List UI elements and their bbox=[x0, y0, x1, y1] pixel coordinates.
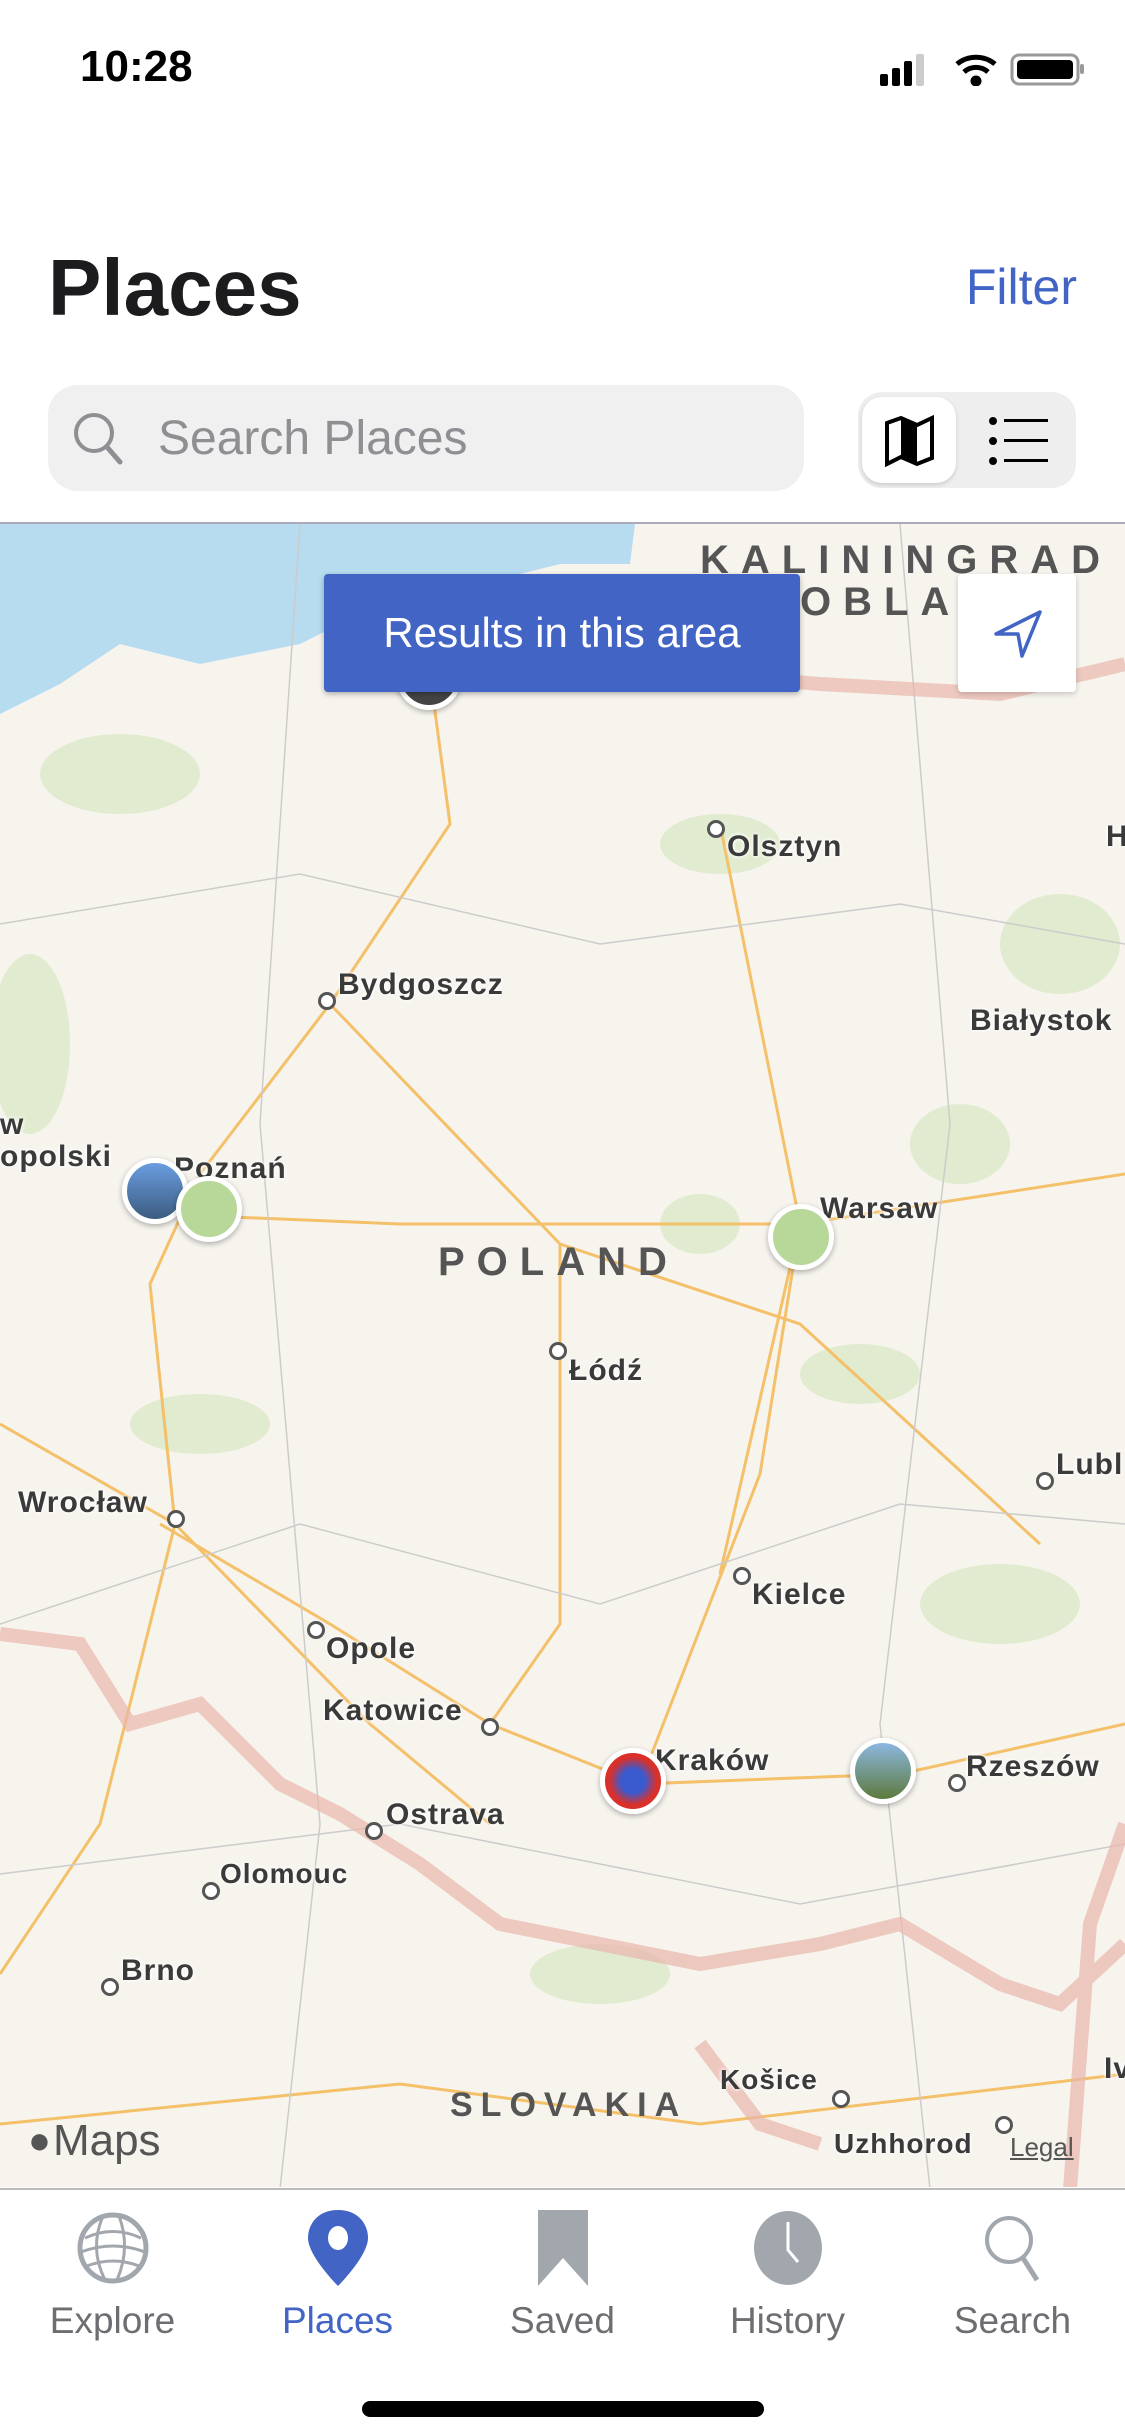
city-label: Łódź bbox=[569, 1354, 643, 1387]
tab-bar: Explore Places Saved History Search bbox=[0, 2188, 1125, 2436]
city-dot bbox=[707, 820, 725, 838]
city-label: Rzeszów bbox=[966, 1750, 1100, 1783]
city-label: Bydgoszcz bbox=[338, 968, 504, 1001]
location-arrow-icon bbox=[994, 610, 1042, 658]
map-view-button[interactable] bbox=[862, 397, 956, 483]
tab-history[interactable]: History bbox=[675, 2210, 900, 2342]
signal-icon bbox=[880, 54, 924, 86]
tab-label: Places bbox=[281, 2300, 394, 2341]
city-dot bbox=[832, 2090, 850, 2108]
tab-label: Search bbox=[953, 2300, 1072, 2341]
tab-explore[interactable]: Explore bbox=[0, 2210, 225, 2342]
map-pin-icon bbox=[307, 2210, 368, 2286]
tab-places[interactable]: Places bbox=[225, 2210, 450, 2342]
tab-label: History bbox=[729, 2300, 846, 2341]
city-dot bbox=[318, 992, 336, 1010]
tab-label: Explore bbox=[49, 2300, 176, 2341]
country-label: POLAND bbox=[438, 1240, 679, 1284]
place-marker[interactable] bbox=[768, 1204, 834, 1270]
view-toggle[interactable] bbox=[858, 392, 1076, 488]
search-input[interactable]: Search Places bbox=[48, 385, 804, 491]
results-in-area-button[interactable]: Results in this area bbox=[324, 574, 800, 692]
home-indicator[interactable] bbox=[362, 2401, 764, 2417]
tab-saved[interactable]: Saved bbox=[450, 2210, 675, 2342]
city-label: Kraków bbox=[655, 1744, 770, 1777]
city-dot bbox=[365, 1822, 383, 1840]
city-dot bbox=[101, 1978, 119, 1996]
legal-link[interactable]: Legal bbox=[1010, 2132, 1074, 2163]
country-label: SLOVAKIA bbox=[450, 2086, 688, 2124]
city-label: Brno bbox=[121, 1954, 195, 1987]
city-label: Uzhhorod bbox=[834, 2128, 973, 2159]
place-marker[interactable] bbox=[850, 1738, 916, 1804]
city-label: Lubl bbox=[1056, 1448, 1124, 1481]
map-icon bbox=[885, 415, 934, 467]
city-dot bbox=[549, 1342, 567, 1360]
city-dot bbox=[481, 1718, 499, 1736]
city-dot bbox=[202, 1882, 220, 1900]
status-time: 10:28 bbox=[80, 42, 193, 91]
city-label: Białystok bbox=[970, 1004, 1113, 1037]
city-label: Košice bbox=[720, 2064, 818, 2095]
city-label: Iv bbox=[1104, 2052, 1125, 2085]
place-marker[interactable] bbox=[176, 1176, 242, 1242]
place-marker[interactable] bbox=[600, 1748, 666, 1814]
city-label: opolski bbox=[0, 1140, 113, 1173]
search-placeholder: Search Places bbox=[158, 412, 468, 465]
city-dot bbox=[307, 1621, 325, 1639]
city-label: Opole bbox=[326, 1632, 417, 1665]
filter-button[interactable]: Filter bbox=[966, 258, 1077, 316]
city-label: Wrocław bbox=[18, 1486, 148, 1519]
search-icon bbox=[984, 2216, 1039, 2282]
clock-icon bbox=[753, 2211, 822, 2285]
maps-attribution: Maps bbox=[52, 2116, 161, 2165]
search-icon bbox=[74, 413, 123, 465]
tab-label: Saved bbox=[510, 2300, 615, 2341]
city-label: Olomouc bbox=[220, 1858, 349, 1889]
apple-maps-logo: ● Maps bbox=[28, 2116, 161, 2166]
map-view[interactable]: KALININGRAD OBLAST POLAND SLOVAKIA Olszt… bbox=[0, 522, 1125, 2187]
city-label: Katowice bbox=[323, 1694, 463, 1727]
page-title: Places bbox=[48, 243, 302, 332]
city-label: Olsztyn bbox=[727, 830, 843, 863]
city-label: Warsaw bbox=[820, 1192, 939, 1225]
bookmark-icon bbox=[537, 2210, 588, 2286]
city-label: Kielce bbox=[752, 1578, 847, 1611]
city-label: w bbox=[0, 1108, 25, 1141]
globe-icon bbox=[77, 2212, 148, 2284]
city-dot bbox=[948, 1774, 966, 1792]
city-dot bbox=[167, 1510, 185, 1528]
wifi-icon bbox=[955, 54, 997, 86]
city-dot bbox=[1036, 1472, 1054, 1490]
city-label: Ostrava bbox=[386, 1798, 505, 1831]
status-icons bbox=[880, 53, 1084, 86]
tab-search[interactable]: Search bbox=[900, 2210, 1125, 2342]
list-view-icon[interactable] bbox=[988, 416, 1050, 466]
city-dot bbox=[733, 1567, 751, 1585]
battery-icon bbox=[1010, 53, 1084, 86]
city-label: H bbox=[1106, 820, 1125, 854]
apple-icon: ● bbox=[28, 2119, 51, 2162]
locate-button[interactable] bbox=[958, 574, 1076, 692]
